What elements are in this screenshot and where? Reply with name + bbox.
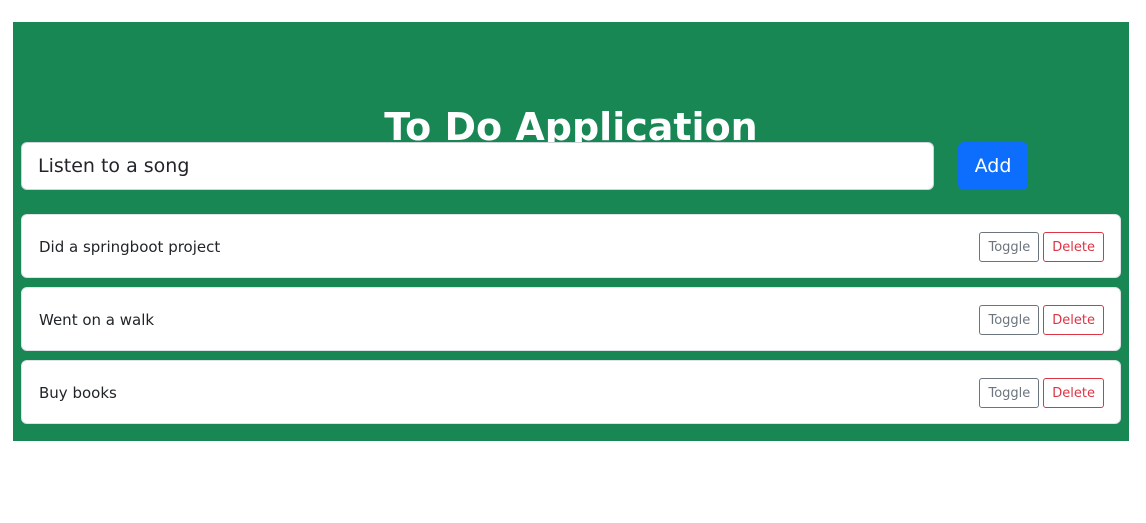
todo-item: Did a springboot project Toggle Delete xyxy=(21,214,1121,278)
delete-button[interactable]: Delete xyxy=(1043,378,1104,408)
todo-item-text: Buy books xyxy=(39,384,117,402)
todo-item-text: Did a springboot project xyxy=(39,238,221,256)
add-button[interactable]: Add xyxy=(958,142,1028,190)
toggle-button[interactable]: Toggle xyxy=(979,232,1040,262)
todo-item: Went on a walk Toggle Delete xyxy=(21,287,1121,351)
toggle-button[interactable]: Toggle xyxy=(979,305,1040,335)
toggle-button[interactable]: Toggle xyxy=(979,378,1040,408)
todo-item-actions: Toggle Delete xyxy=(979,305,1104,335)
todo-item-actions: Toggle Delete xyxy=(979,232,1104,262)
todo-app-panel: To Do Application Add Did a springboot p… xyxy=(13,22,1129,441)
new-todo-input[interactable] xyxy=(21,142,934,190)
todo-item: Buy books Toggle Delete xyxy=(21,360,1121,424)
todo-item-text: Went on a walk xyxy=(39,311,155,329)
todo-item-actions: Toggle Delete xyxy=(979,378,1104,408)
delete-button[interactable]: Delete xyxy=(1043,305,1104,335)
delete-button[interactable]: Delete xyxy=(1043,232,1104,262)
todo-list: Did a springboot project Toggle Delete W… xyxy=(21,214,1121,433)
